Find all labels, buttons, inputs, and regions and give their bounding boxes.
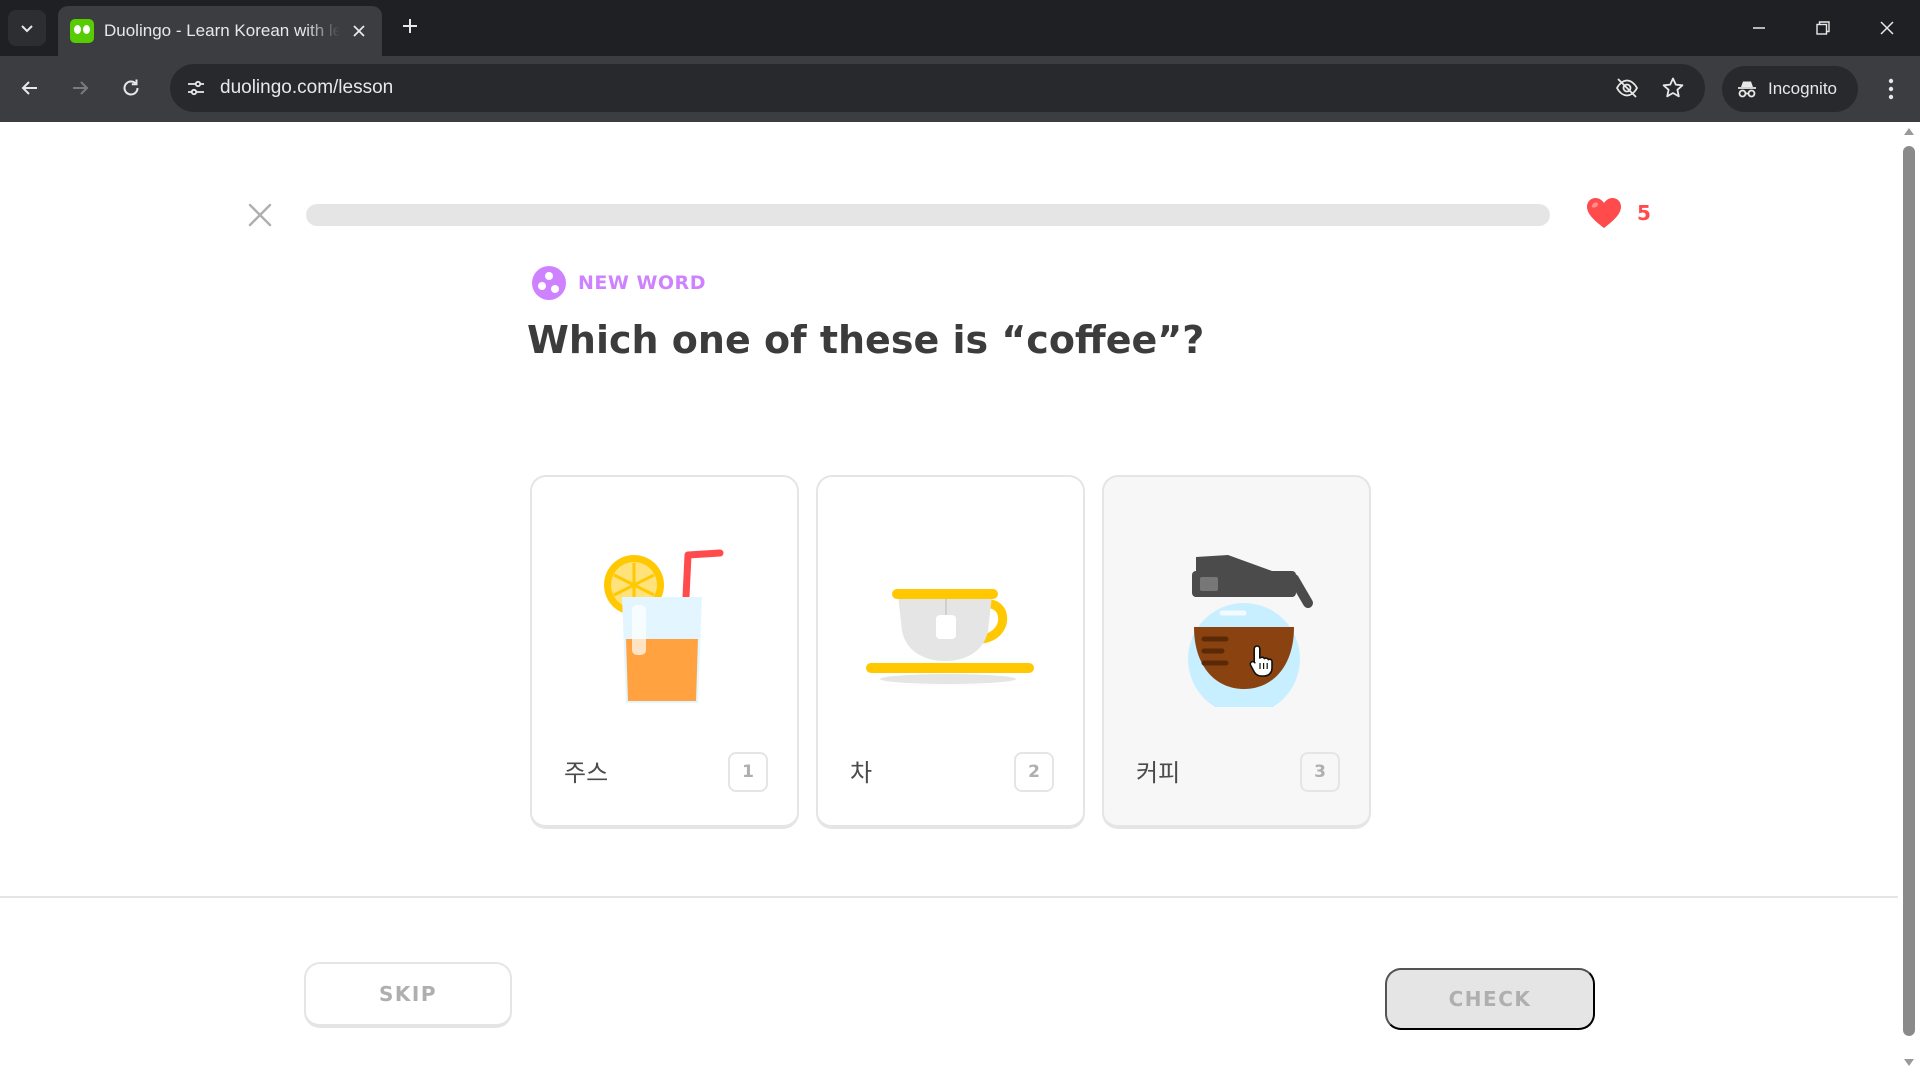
forward-button[interactable] [62,70,98,106]
browser-tab-duolingo[interactable]: Duolingo - Learn Korean with le [58,6,382,56]
close-icon [248,203,272,227]
duolingo-owl-icon [70,19,94,43]
site-info-button[interactable] [184,76,208,100]
coffee-pot-icon [1188,555,1313,707]
hearts-counter[interactable]: 5 [1585,196,1651,230]
minimize-icon [1753,27,1765,29]
footer-divider [0,896,1898,898]
hearts-count: 5 [1637,201,1651,225]
lesson-page: 5 NEW WORD Which one of these is “coffee… [0,122,1920,1080]
new-tab-button[interactable] [396,12,424,40]
scroll-up-arrow-icon[interactable] [1904,128,1914,135]
tracking-protection-button[interactable] [1613,74,1641,102]
plus-icon [403,19,417,33]
tune-icon [188,80,204,96]
reload-icon [123,79,139,96]
restore-window-button[interactable] [1800,8,1846,48]
choice-shortcut-key: 3 [1300,752,1340,792]
choice-word: 주스 [564,759,609,787]
browser-toolbar: duolingo.com/lesson Incognito [0,56,1920,122]
back-button[interactable] [12,70,48,106]
incognito-icon [1738,81,1756,98]
tea-cup-icon [866,589,1034,684]
url-text[interactable]: duolingo.com/lesson [220,77,393,99]
choice-shortcut-key: 1 [728,752,768,792]
incognito-label: Incognito [1768,79,1837,98]
new-word-badge: NEW WORD [532,266,706,300]
star-icon [1662,77,1684,98]
more-vertical-icon [1888,78,1894,100]
scrollbar-thumb[interactable] [1903,146,1915,1036]
choice-card-coffee[interactable]: 커피 3 [1102,475,1371,829]
address-bar[interactable]: duolingo.com/lesson [170,64,1705,112]
browser-menu-button[interactable] [1876,72,1906,106]
choice-word: 차 [850,759,873,787]
arrow-left-icon [21,81,37,95]
tab-title: Duolingo - Learn Korean with le [104,21,340,40]
arrow-right-icon [73,81,89,95]
new-word-label: NEW WORD [578,272,706,294]
restore-icon [1816,21,1830,35]
choice-card-tea[interactable]: 차 2 [816,475,1085,829]
browser-tab-strip: Duolingo - Learn Korean with le [0,0,1920,56]
choice-word: 커피 [1136,759,1181,787]
scroll-down-arrow-icon[interactable] [1904,1059,1914,1066]
tab-close-button[interactable] [346,18,372,44]
check-button[interactable]: CHECK [1385,968,1595,1030]
eye-off-icon [1615,78,1639,98]
juice-glass-icon [604,549,724,703]
close-icon [353,25,365,37]
page-scrollbar[interactable] [1898,122,1920,1080]
close-window-button[interactable] [1864,8,1910,48]
close-icon [1880,21,1894,35]
lesson-progress-bar [306,204,1550,226]
tab-search-button[interactable] [8,10,46,46]
choice-card-juice[interactable]: 주스 1 [530,475,799,829]
choice-list: 주스 1 차 2 커피 3 [530,475,1371,829]
minimize-window-button[interactable] [1736,8,1782,48]
reload-button[interactable] [113,70,149,106]
quit-lesson-button[interactable] [242,197,278,233]
challenge-prompt: Which one of these is “coffee”? [527,318,1205,362]
bookmark-button[interactable] [1659,74,1687,102]
skip-button[interactable]: SKIP [304,962,512,1028]
new-word-icon [532,266,566,300]
chevron-down-icon [21,25,33,33]
incognito-profile-button[interactable]: Incognito [1722,66,1858,112]
choice-shortcut-key: 2 [1014,752,1054,792]
heart-icon [1587,198,1621,228]
